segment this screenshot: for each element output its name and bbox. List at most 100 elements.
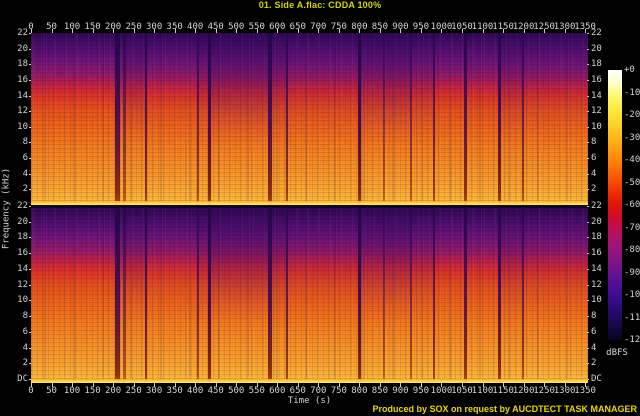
- freq-tick-label-right: 6: [591, 328, 596, 337]
- track-segment: [464, 33, 498, 205]
- track-gap: [268, 208, 272, 383]
- freq-tick-label-left: 12: [6, 107, 28, 116]
- page-title: 01. Side A.flac: CDDA 100%: [0, 0, 640, 10]
- track-gap: [410, 33, 412, 205]
- time-tick-label-bottom: 450: [208, 387, 224, 396]
- dc-bright-strip: [31, 201, 588, 205]
- freq-tick-label-right: 20: [591, 45, 602, 54]
- time-tick-label-bottom: 900: [392, 387, 408, 396]
- track-gap: [115, 33, 120, 205]
- track-segment: [208, 33, 268, 205]
- freq-tick-label-left: 22: [6, 29, 28, 38]
- freq-tick-label-left: 18: [6, 60, 28, 69]
- freq-tick-label-right: 8: [591, 312, 596, 321]
- freq-tick-label-left: DC: [6, 375, 28, 384]
- track-gap: [268, 33, 272, 205]
- freq-tick-label-right: DC: [591, 375, 602, 384]
- freq-tick-label-right: 14: [591, 265, 602, 274]
- time-tick-label-bottom: 250: [125, 387, 141, 396]
- track-segment: [358, 33, 383, 205]
- colorbar-tick-label: -30: [624, 134, 640, 143]
- freq-tick-label-left: 10: [6, 296, 28, 305]
- track-gap: [145, 208, 147, 383]
- time-tick-label-bottom: 1050: [451, 387, 473, 396]
- freq-tick-label-right: 8: [591, 138, 596, 147]
- freq-tick-label-left: 12: [6, 281, 28, 290]
- time-tick-label-bottom: 350: [167, 387, 183, 396]
- colorbar-unit-label: dBFS: [598, 348, 636, 358]
- time-tick-label-bottom: 0: [28, 387, 33, 396]
- spectrogram-channel-2: [31, 208, 588, 383]
- freq-tick-label-left: 8: [6, 312, 28, 321]
- colorbar-tick-label: -90: [624, 269, 640, 278]
- track-segment: [31, 33, 115, 205]
- freq-tick-label-right: 22: [591, 202, 602, 211]
- time-tick-label-bottom: 300: [146, 387, 162, 396]
- time-tick-label-bottom: 700: [310, 387, 326, 396]
- track-gap: [358, 208, 361, 383]
- track-gap: [383, 208, 385, 383]
- track-gap: [433, 208, 435, 383]
- track-segment: [464, 208, 498, 383]
- track-segment: [522, 208, 588, 383]
- time-tick-label-bottom: 800: [351, 387, 367, 396]
- track-gap: [286, 33, 288, 205]
- time-tick-label-bottom: 650: [290, 387, 306, 396]
- freq-tick-label-left: 16: [6, 76, 28, 85]
- freq-tick-mark-left: [29, 206, 31, 207]
- track-gap: [197, 33, 199, 205]
- time-tick-label-bottom: 600: [269, 387, 285, 396]
- time-tick-label-bottom: 1100: [472, 387, 494, 396]
- time-tick-label-bottom: 1300: [554, 387, 576, 396]
- time-tick-label-bottom: 1000: [431, 387, 453, 396]
- colorbar-tick-label: -60: [624, 201, 640, 210]
- colorbar-tick-label: -70: [624, 224, 640, 233]
- freq-tick-label-right: 12: [591, 107, 602, 116]
- freq-tick-label-right: 20: [591, 218, 602, 227]
- time-tick-label-bottom: 50: [46, 387, 57, 396]
- freq-tick-label-right: 6: [591, 154, 596, 163]
- colorbar: [608, 70, 622, 340]
- time-tick-label-bottom: 400: [187, 387, 203, 396]
- time-tick-label-bottom: 1250: [533, 387, 555, 396]
- freq-tick-label-left: 6: [6, 328, 28, 337]
- colorbar-tick-label: -40: [624, 156, 640, 165]
- track-segment: [522, 33, 588, 205]
- freq-tick-label-right: 18: [591, 60, 602, 69]
- track-segment: [383, 33, 410, 205]
- freq-tick-label-left: 20: [6, 45, 28, 54]
- time-tick-label-bottom: 1350: [574, 387, 596, 396]
- time-tick-label-bottom: 150: [84, 387, 100, 396]
- freq-tick-label-right: 2: [591, 185, 596, 194]
- freq-tick-label-left: 14: [6, 92, 28, 101]
- colorbar-tick-label: +0: [624, 66, 635, 75]
- track-segment: [498, 208, 522, 383]
- freq-tick-label-right: 10: [591, 296, 602, 305]
- time-tick-label-bottom: 950: [413, 387, 429, 396]
- freq-tick-label-left: 2: [6, 359, 28, 368]
- track-gap: [498, 208, 501, 383]
- track-gap: [358, 33, 361, 205]
- spectrogram-image: 01. Side A.flac: CDDA 100% 0050501001001…: [0, 0, 640, 416]
- track-gap: [145, 33, 147, 205]
- time-tick-label-bottom: 100: [64, 387, 80, 396]
- track-gap: [464, 33, 467, 205]
- track-gap: [433, 33, 435, 205]
- track-segment: [433, 208, 464, 383]
- track-gap: [123, 33, 126, 205]
- track-segment: [358, 208, 383, 383]
- track-segment: [286, 208, 358, 383]
- track-segment: [208, 208, 268, 383]
- time-tick-label-bottom: 500: [228, 387, 244, 396]
- colorbar-tick-label: -10: [624, 89, 640, 98]
- freq-axis-title: Frequency (kHz): [2, 144, 13, 274]
- freq-tick-label-left: 10: [6, 123, 28, 132]
- track-gap: [522, 208, 524, 383]
- freq-tick-label-right: 18: [591, 233, 602, 242]
- track-segment: [410, 208, 433, 383]
- track-segment: [286, 33, 358, 205]
- track-gap: [208, 208, 211, 383]
- freq-tick-label-right: 2: [591, 359, 596, 368]
- freq-tick-mark-right: [587, 206, 589, 207]
- freq-tick-label-right: 4: [591, 170, 596, 179]
